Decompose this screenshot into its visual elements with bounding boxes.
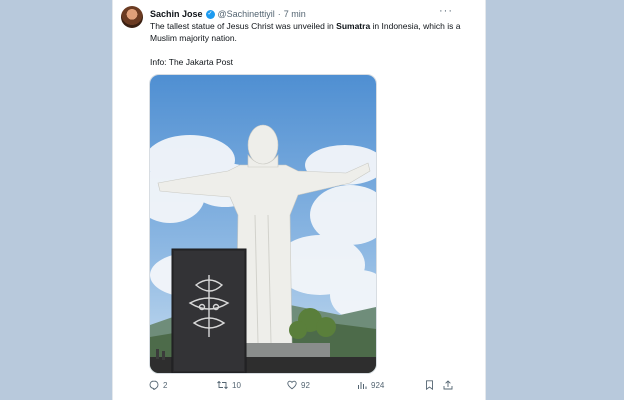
verified-icon: ✓: [205, 9, 215, 19]
reply-count: 2: [163, 380, 168, 390]
statue-photo: [150, 75, 376, 373]
more-icon[interactable]: ···: [439, 5, 453, 17]
author-handle[interactable]: @Sachinettiyil: [218, 9, 275, 19]
repost-button[interactable]: 10: [217, 380, 241, 390]
tweet-actions: 2 10 92 924: [149, 380, 455, 394]
views-icon: [358, 382, 367, 389]
repost-count: 10: [232, 380, 241, 390]
bookmark-icon: [426, 380, 433, 390]
repost-icon: [217, 380, 228, 390]
views-count: 924: [371, 380, 385, 390]
share-button[interactable]: [443, 380, 453, 390]
tweet-info-line: Info: The Jakarta Post: [150, 57, 233, 67]
bookmark-button[interactable]: [425, 380, 434, 390]
reply-icon: [149, 380, 159, 390]
tweet-card[interactable]: Sachin Jose ✓ @Sachinettiyil · 7 min ···…: [112, 0, 486, 400]
tweet-header: Sachin Jose ✓ @Sachinettiyil · 7 min: [150, 7, 450, 21]
tweet-media-image[interactable]: [149, 74, 377, 374]
like-icon: [287, 380, 297, 390]
author-name[interactable]: Sachin Jose: [150, 9, 203, 19]
share-icon: [443, 380, 453, 390]
avatar[interactable]: [121, 6, 143, 28]
like-button[interactable]: 92: [287, 380, 310, 390]
tweet-time[interactable]: 7 min: [284, 9, 306, 19]
tweet-text-part1: The tallest statue of Jesus Christ was u…: [150, 21, 337, 31]
tweet-text: The tallest statue of Jesus Christ was u…: [150, 20, 470, 68]
tweet-text-bold: Sumatra: [336, 21, 371, 31]
views-button[interactable]: 924: [357, 380, 384, 390]
like-count: 92: [301, 380, 310, 390]
reply-button[interactable]: 2: [149, 380, 167, 390]
separator-dot: ·: [277, 9, 281, 19]
